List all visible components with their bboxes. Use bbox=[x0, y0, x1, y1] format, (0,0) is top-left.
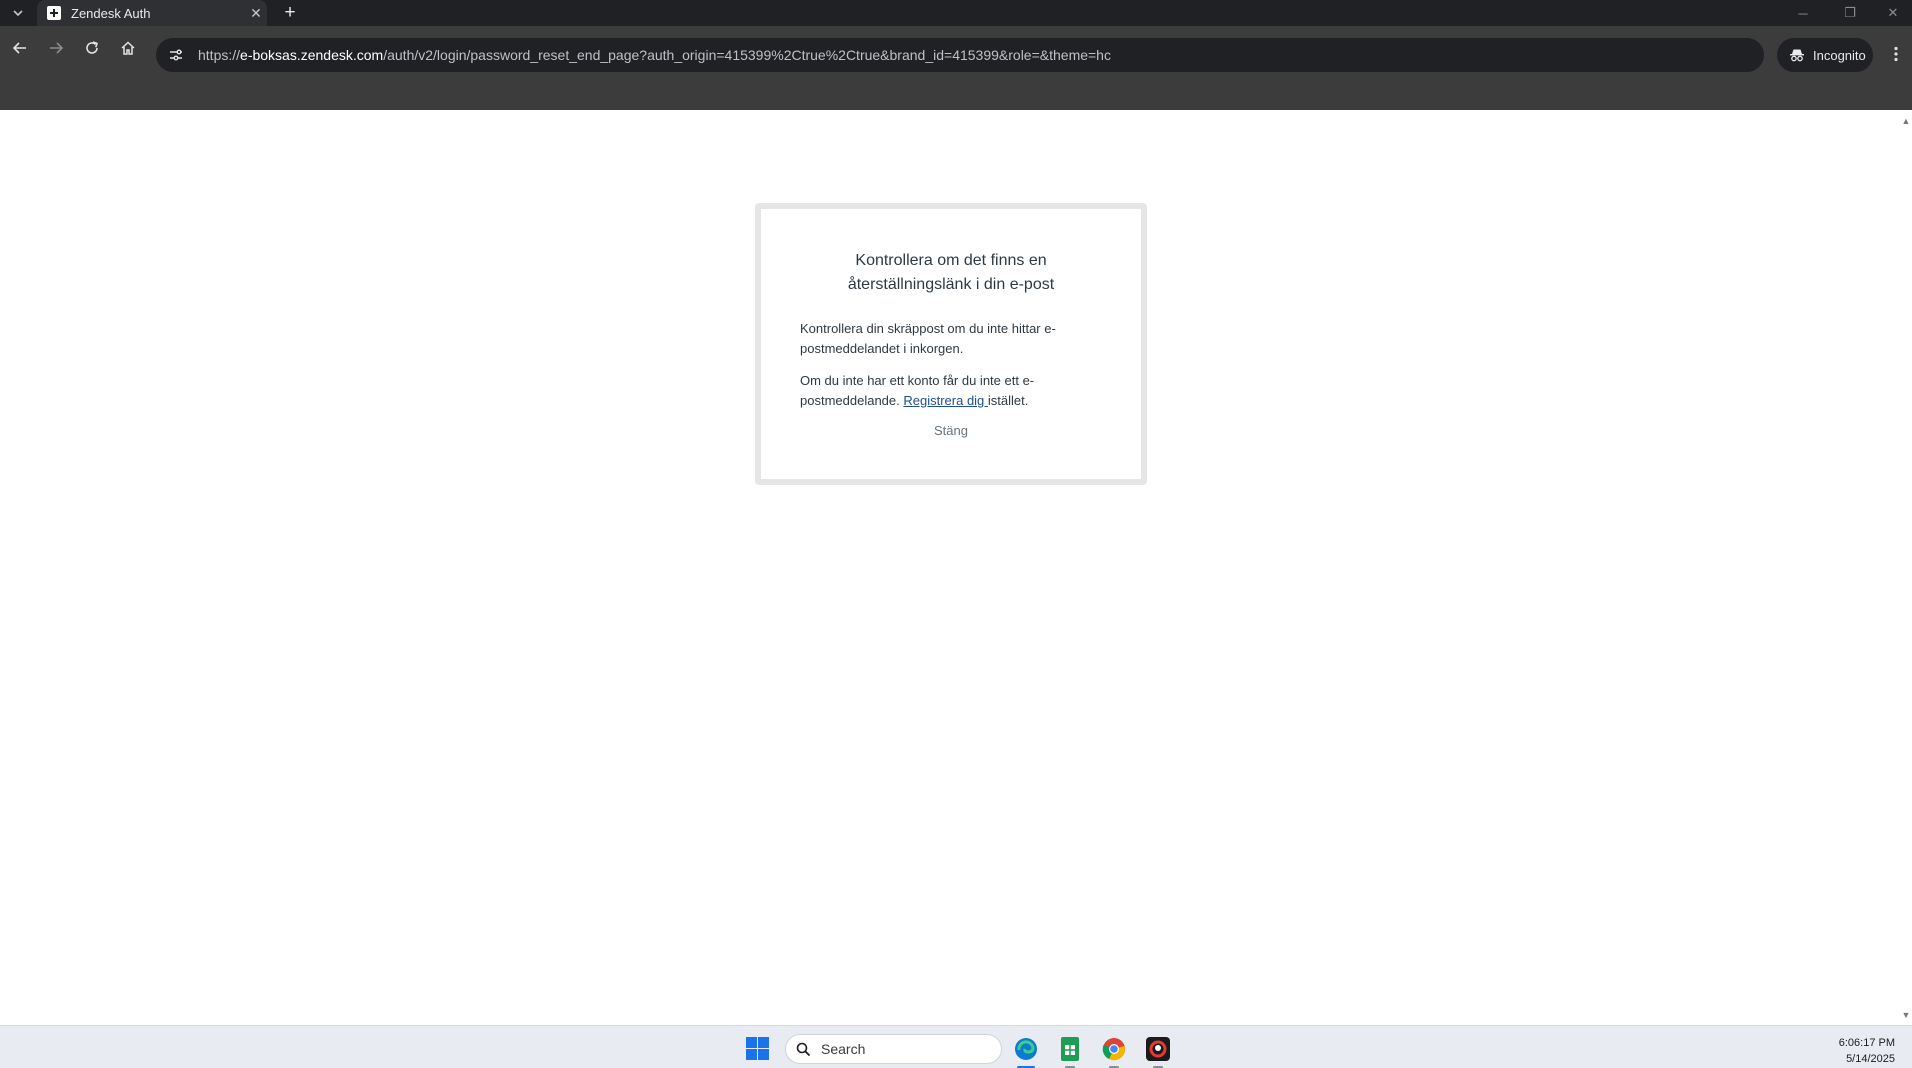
address-bar[interactable]: https://e-boksas.zendesk.com/auth/v2/log… bbox=[156, 38, 1764, 72]
restore-icon[interactable]: ❐ bbox=[1835, 2, 1865, 24]
taskbar-chrome[interactable] bbox=[1099, 1034, 1129, 1068]
incognito-icon bbox=[1790, 49, 1804, 62]
scroll-up-arrow-icon[interactable]: ▲ bbox=[1900, 116, 1912, 126]
reload-icon bbox=[86, 41, 98, 54]
home-button[interactable] bbox=[113, 34, 143, 62]
forward-button[interactable] bbox=[41, 34, 71, 62]
recorder-icon bbox=[1146, 1037, 1170, 1061]
home-icon bbox=[121, 41, 135, 55]
edge-icon bbox=[1015, 1038, 1037, 1060]
chrome-icon bbox=[1102, 1038, 1125, 1061]
taskbar-recorder[interactable] bbox=[1143, 1034, 1173, 1068]
clock-time: 6:06:17 PM bbox=[1838, 1037, 1895, 1049]
no-account-hint: Om du inte har ett konto får du inte ett… bbox=[800, 371, 1090, 411]
taskbar-edge[interactable] bbox=[1011, 1034, 1041, 1068]
new-tab-button[interactable]: + bbox=[278, 1, 302, 25]
spam-folder-hint: Kontrollera din skräppost om du inte hit… bbox=[800, 321, 1056, 356]
zendesk-favicon-icon bbox=[47, 6, 61, 20]
url-text: https://e-boksas.zendesk.com/auth/v2/log… bbox=[198, 47, 1111, 63]
tab-list-icon[interactable] bbox=[4, 2, 32, 24]
clock-date: 5/14/2025 bbox=[1846, 1053, 1895, 1065]
more-icon bbox=[1894, 46, 1898, 62]
forward-icon bbox=[50, 42, 64, 54]
search-placeholder: Search bbox=[821, 1041, 866, 1057]
register-link[interactable]: Registrera dig bbox=[903, 393, 988, 408]
url-host: e-boksas.zendesk.com bbox=[240, 47, 384, 63]
reload-button[interactable] bbox=[77, 34, 107, 62]
browser-toolbar: https://e-boksas.zendesk.com/auth/v2/log… bbox=[0, 26, 1912, 110]
back-button[interactable] bbox=[5, 34, 35, 62]
dialog-title: Kontrollera om det finns en återställnin… bbox=[847, 252, 1055, 293]
search-icon bbox=[796, 1042, 811, 1056]
password-reset-dialog: Kontrollera om det finns en återställnin… bbox=[755, 203, 1147, 485]
incognito-badge[interactable]: Incognito bbox=[1777, 38, 1873, 72]
scroll-down-arrow-icon[interactable]: ▼ bbox=[1900, 1010, 1912, 1020]
more-menu-button[interactable] bbox=[1884, 40, 1908, 68]
taskbar-spreadsheet[interactable] bbox=[1055, 1034, 1085, 1068]
tab-title: Zendesk Auth bbox=[71, 5, 151, 21]
close-tab-icon[interactable]: ✕ bbox=[245, 5, 267, 22]
browser-titlebar: Zendesk Auth ✕ + ─ ❐ ✕ bbox=[0, 0, 1912, 26]
back-icon bbox=[12, 42, 26, 54]
incognito-label: Incognito bbox=[1813, 47, 1866, 63]
spreadsheet-icon bbox=[1061, 1037, 1079, 1061]
windows-start-icon[interactable] bbox=[746, 1037, 770, 1061]
windows-taskbar: Search 6:06:17 PM 5/14/2025 bbox=[0, 1025, 1912, 1068]
no-account-text-end: istället. bbox=[987, 393, 1029, 408]
url-prefix: https:// bbox=[198, 47, 241, 63]
window-close-icon[interactable]: ✕ bbox=[1878, 2, 1908, 24]
system-clock[interactable]: 6:06:17 PM 5/14/2025 bbox=[1839, 1035, 1895, 1067]
minimize-icon[interactable]: ─ bbox=[1788, 2, 1818, 24]
tab-zendesk-auth[interactable]: Zendesk Auth ✕ bbox=[37, 0, 267, 26]
url-path: /auth/v2/login/password_reset_end_page?a… bbox=[383, 47, 1111, 63]
close-link[interactable]: Stäng bbox=[761, 423, 1141, 438]
site-settings-icon[interactable] bbox=[164, 43, 188, 67]
taskbar-search[interactable]: Search bbox=[785, 1034, 1002, 1064]
